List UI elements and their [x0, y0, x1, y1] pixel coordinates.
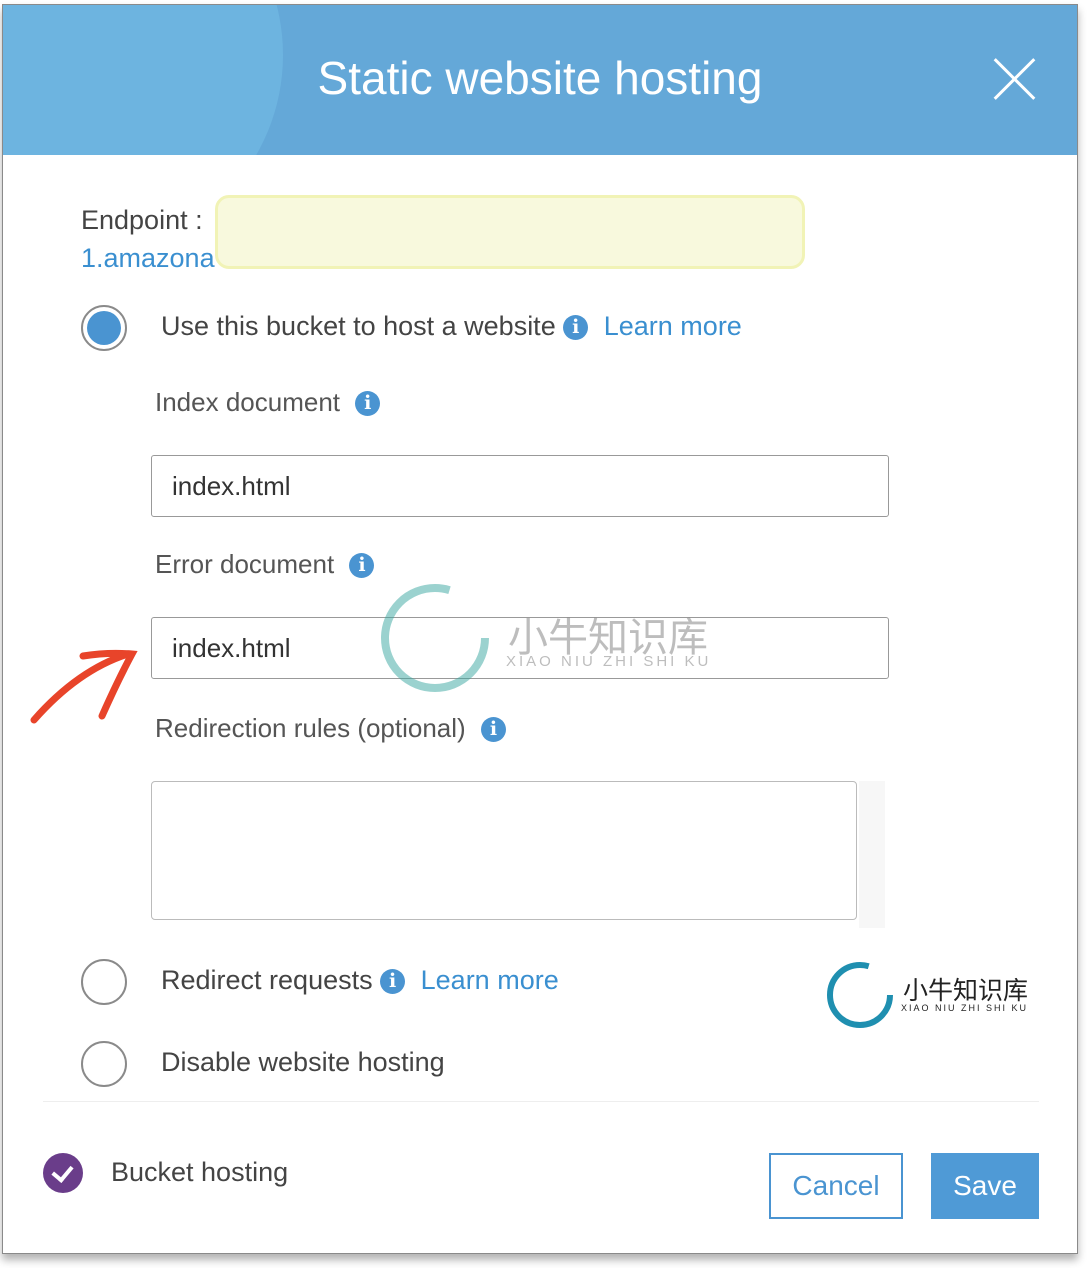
bucket-hosting-status: Bucket hosting — [111, 1157, 289, 1187]
option-label: Use this bucket to host a website — [161, 311, 556, 341]
redacted-highlight — [215, 195, 805, 269]
logo-icon — [827, 962, 893, 1028]
info-icon[interactable]: i — [380, 969, 406, 994]
logo-pinyin: XIAO NIU ZHI SHI KU — [901, 1003, 1029, 1013]
learn-more-link[interactable]: Learn more — [604, 311, 742, 341]
index-document-label: Index document i — [155, 387, 381, 418]
info-icon[interactable]: i — [563, 315, 589, 340]
error-document-label: Error document i — [155, 549, 375, 580]
endpoint-label: Endpoint : — [81, 205, 203, 235]
check-icon — [43, 1153, 83, 1193]
radio-disable-hosting[interactable] — [81, 1041, 127, 1087]
redirection-rules-label: Redirection rules (optional) i — [155, 713, 506, 744]
redirection-rules-textarea[interactable] — [151, 781, 857, 920]
option-disable-hosting: Disable website hosting — [161, 1047, 445, 1077]
cancel-button[interactable]: Cancel — [769, 1153, 903, 1219]
dialog-title: Static website hosting — [317, 52, 763, 104]
close-icon[interactable] — [993, 57, 1037, 101]
textarea-scrollbar[interactable] — [859, 781, 885, 928]
endpoint-link[interactable]: 1.amazona — [81, 243, 215, 274]
logo-text: 小牛知识库 — [903, 977, 1029, 1005]
annotation-arrow-icon — [30, 649, 138, 724]
learn-more-link[interactable]: Learn more — [421, 965, 559, 995]
info-icon[interactable]: i — [355, 391, 381, 416]
index-label-text: Index document — [155, 387, 341, 417]
divider — [43, 1101, 1039, 1102]
redirection-label-text: Redirection rules (optional) — [155, 713, 466, 743]
info-icon[interactable]: i — [349, 553, 375, 578]
radio-host-website[interactable] — [81, 305, 127, 351]
static-website-hosting-dialog: Static website hosting Endpoint : 1.amaz… — [2, 4, 1078, 1254]
watermark-pinyin: XIAO NIU ZHI SHI KU — [506, 653, 712, 670]
error-label-text: Error document — [155, 549, 335, 579]
watermark-logo-icon — [381, 584, 489, 692]
radio-redirect-requests[interactable] — [81, 959, 127, 1005]
save-button[interactable]: Save — [931, 1153, 1039, 1219]
dialog-header: Static website hosting — [3, 5, 1077, 155]
option-host-website: Use this bucket to host a website i Lear… — [161, 311, 742, 342]
option-label: Redirect requests — [161, 965, 373, 995]
info-icon[interactable]: i — [480, 717, 506, 742]
option-redirect-requests: Redirect requests i Learn more — [161, 965, 559, 996]
index-document-input[interactable]: index.html — [151, 455, 889, 517]
